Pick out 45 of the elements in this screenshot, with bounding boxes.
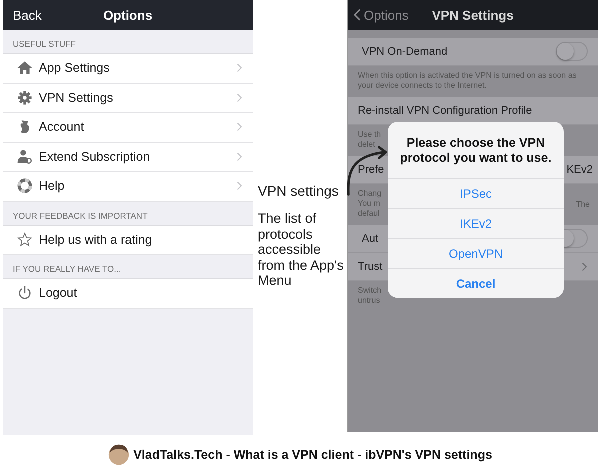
row-label: Prefe — [358, 164, 384, 176]
row-label: Aut — [362, 232, 379, 244]
footer-note: Switch untrus — [358, 286, 382, 306]
row-label: Re-install VPN Configuration Profile — [358, 104, 532, 116]
menu-item-label: App Settings — [39, 61, 111, 76]
footer-note: The — [576, 200, 590, 208]
star-icon — [17, 232, 33, 248]
menu-item-label: VPN Settings — [39, 90, 114, 105]
annotation-note: The list of protocols accessible from the App's Menu — [258, 211, 344, 288]
power-icon — [17, 285, 33, 302]
caption: VladTalks.Tech - What is a VPN client - ibVPN's VPN settings — [134, 448, 492, 462]
footer-note: When this option is activated the VPN is turned on as soon as your device connects to the Internet. — [358, 71, 578, 91]
menu-item-label: Extend Subscription — [39, 150, 152, 164]
row-label: VPN On-Demand — [362, 46, 448, 58]
menu-item-label: Help us with a rating — [39, 232, 154, 247]
back-button[interactable]: Back — [13, 8, 42, 22]
screen-title: VPN Settings — [432, 8, 514, 22]
screen-title: Options — [103, 8, 153, 22]
chevron-icon — [582, 262, 588, 272]
menu-item[interactable]: Help — [3, 172, 253, 202]
menu-item[interactable]: VPN Settings — [3, 84, 253, 113]
user-icon — [17, 148, 33, 165]
alert-title: Please choose the VPN protocol you want to use. — [399, 135, 553, 167]
menu-item-label: Account — [39, 120, 86, 134]
gear-icon — [17, 90, 33, 106]
menu-item-label: Help — [39, 179, 66, 194]
menu-item[interactable]: Account — [3, 113, 253, 142]
back-button[interactable]: Options — [354, 8, 409, 22]
menu-item[interactable]: Help us with a rating — [3, 226, 253, 255]
avatar-icon — [108, 443, 130, 467]
row-value: KEv2 — [566, 164, 593, 176]
row-label: Trust — [358, 260, 383, 272]
home-icon — [17, 60, 33, 76]
settings-row[interactable]: Re-install VPN Configuration Profile — [348, 97, 598, 125]
lifebuoy-icon — [17, 178, 33, 194]
back-chevron-icon — [354, 9, 361, 21]
menu-item[interactable]: App Settings — [3, 54, 253, 84]
menu-item[interactable]: Extend Subscription — [3, 142, 253, 172]
menu-item-label: Logout — [39, 286, 78, 300]
menu-item[interactable]: Logout — [3, 279, 253, 308]
footer-note: Use th delet — [358, 130, 382, 150]
annotation-label: VPN settings — [258, 183, 340, 199]
toggle-switch[interactable] — [556, 42, 588, 61]
footer-note: Chang You m defaul — [358, 189, 382, 219]
back-label: Options — [364, 8, 409, 22]
